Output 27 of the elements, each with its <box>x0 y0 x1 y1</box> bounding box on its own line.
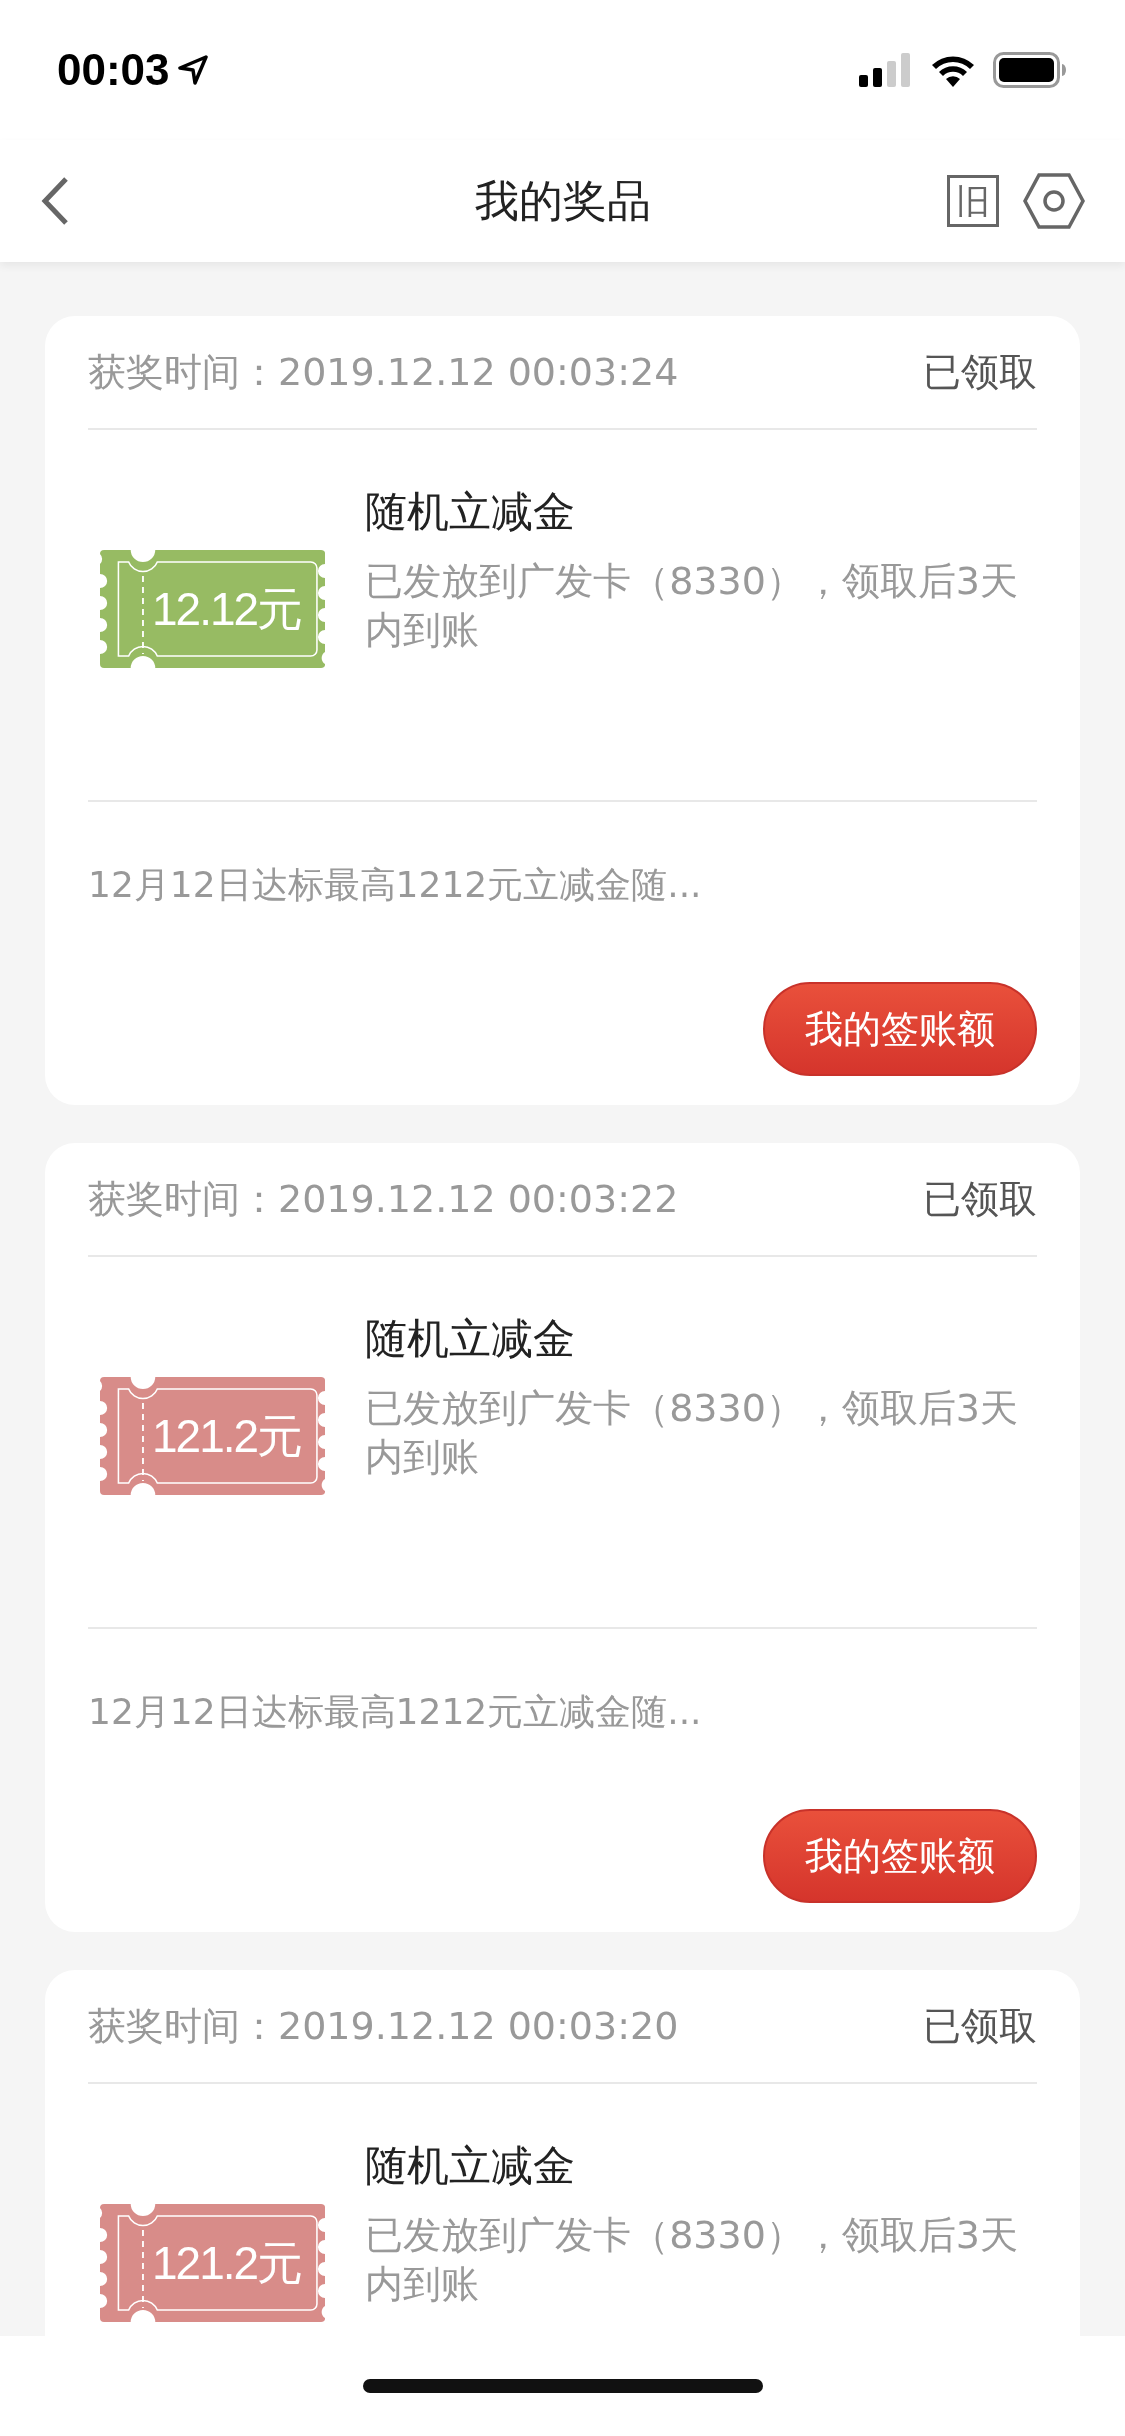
ticket-amount: 121.2元 <box>152 1408 302 1464</box>
claim-status: 已领取 <box>923 2002 1037 2050</box>
settings-icon[interactable] <box>1023 173 1085 229</box>
claim-status: 已领取 <box>923 1175 1037 1223</box>
claim-status: 已领取 <box>923 348 1037 396</box>
prize-description: 已发放到广发卡（8330），领取后3天内到账 <box>365 558 1019 655</box>
prize-title: 随机立减金 <box>365 1313 577 1365</box>
prize-title: 随机立减金 <box>365 2140 577 2192</box>
prize-title: 随机立减金 <box>365 486 577 538</box>
award-time: 获奖时间：2019.12.12 00:03:24 <box>88 348 679 396</box>
status-time: 00:03 <box>57 44 170 96</box>
back-icon[interactable] <box>40 176 70 226</box>
location-arrow-icon <box>177 55 208 85</box>
prize-description: 已发放到广发卡（8330），领取后3天内到账 <box>365 2212 1019 2309</box>
my-spending-button[interactable]: 我的签账额 <box>763 1809 1037 1903</box>
my-spending-button[interactable]: 我的签账额 <box>763 982 1037 1076</box>
ticket-amount: 12.12元 <box>152 581 302 637</box>
old-version-button[interactable]: 旧 <box>947 175 999 227</box>
prize-description: 已发放到广发卡（8330），领取后3天内到账 <box>365 1385 1019 1482</box>
award-time: 获奖时间：2019.12.12 00:03:22 <box>88 1175 679 1223</box>
signal-icon <box>859 53 913 87</box>
page-title: 我的奖品 <box>474 174 651 228</box>
activity-name: 12月12日达标最高1212元立减金随... <box>88 1690 703 1734</box>
award-time: 获奖时间：2019.12.12 00:03:20 <box>88 2002 679 2050</box>
ticket-amount: 121.2元 <box>152 2235 302 2291</box>
battery-icon <box>993 52 1067 88</box>
activity-name: 12月12日达标最高1212元立减金随... <box>88 863 703 907</box>
